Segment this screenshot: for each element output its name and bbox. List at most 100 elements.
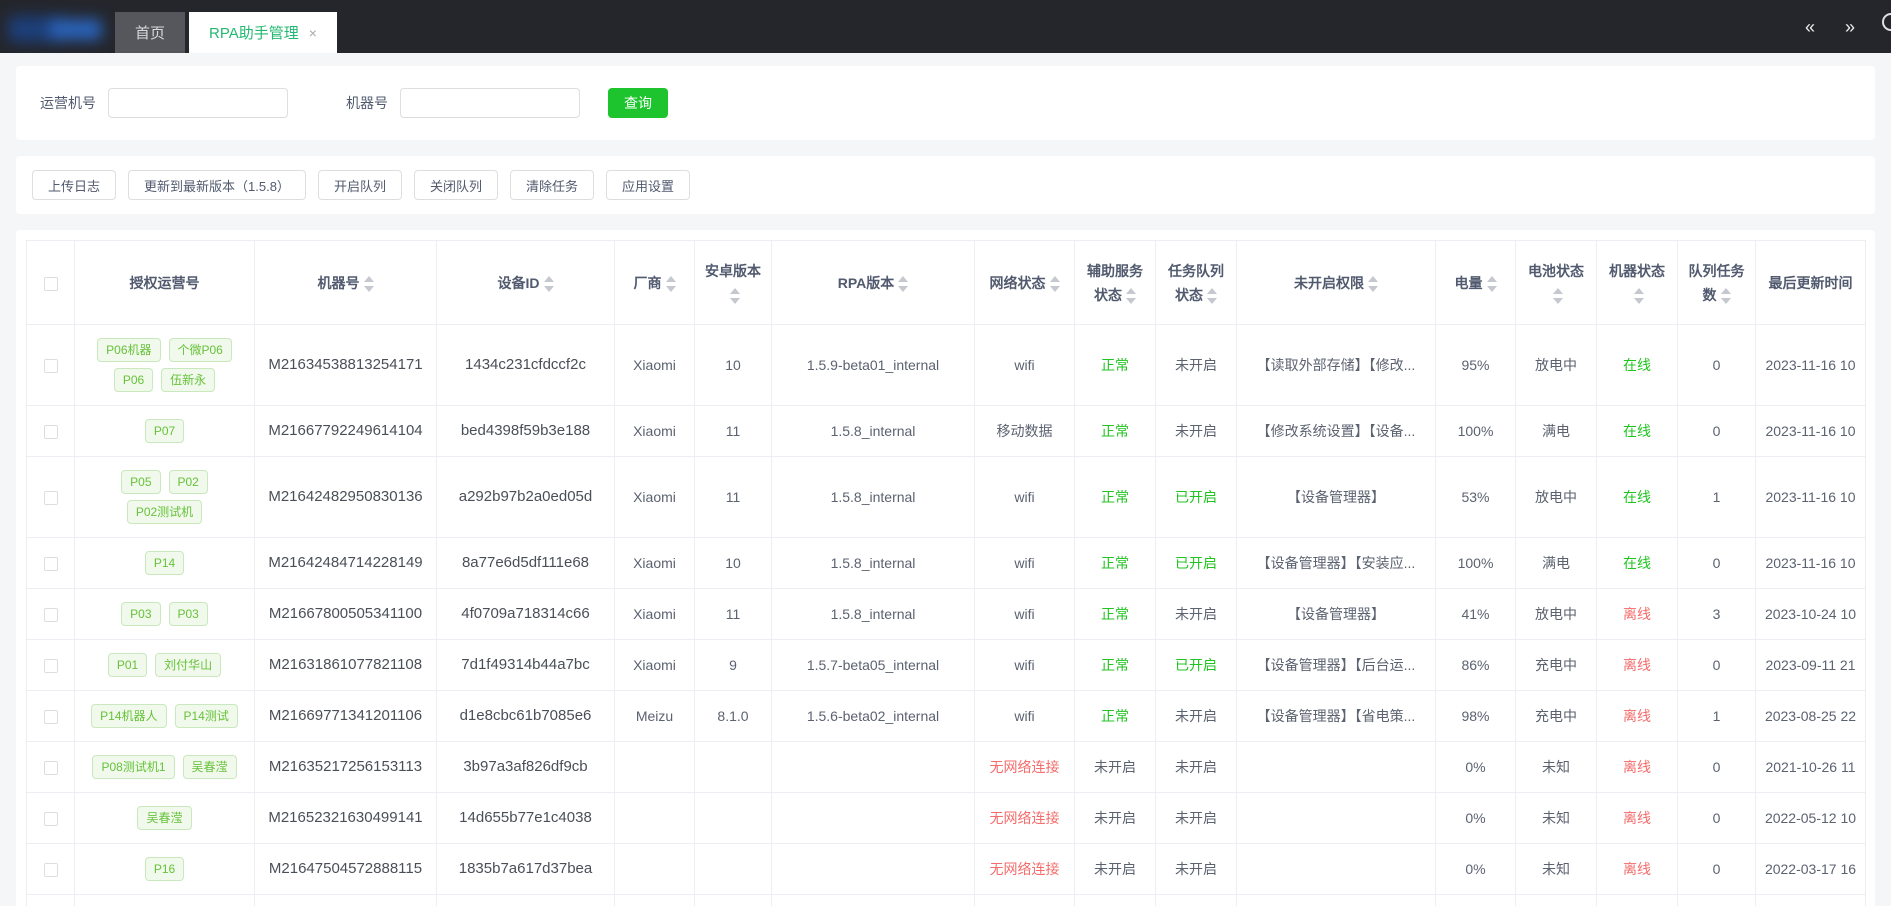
- cell-network: wifi: [974, 588, 1075, 640]
- row-checkbox[interactable]: [43, 557, 58, 572]
- column-header-queue_tasks[interactable]: 队列任务数: [1677, 240, 1756, 325]
- cell-android: 10: [694, 537, 772, 589]
- sort-caret-icon[interactable]: [730, 287, 740, 305]
- operator-tag: P05: [121, 470, 161, 494]
- operator-tag: 吴春滢: [137, 806, 192, 830]
- app-logo: [6, 10, 110, 46]
- column-header-machine[interactable]: 机器号: [254, 240, 437, 325]
- row-checkbox[interactable]: [43, 812, 58, 827]
- cell-battery: 100%: [1435, 405, 1516, 457]
- device-table: 授权运营号 机器号 设备ID 厂商 安卓版本 RPA版本 网络状态 辅助服务状态 任务队列状态未…: [26, 240, 1866, 906]
- column-label: 最后更新时间: [1768, 274, 1853, 291]
- refresh-icon[interactable]: [1882, 13, 1891, 31]
- cell-battery: 0%: [1435, 792, 1516, 844]
- open-tabs: 首页 RPA助手管理 ×: [115, 12, 337, 53]
- column-header-rpa[interactable]: RPA版本: [771, 240, 975, 325]
- column-label: 队列任务数: [1688, 262, 1745, 303]
- cell-machine_state: 在线: [1596, 456, 1678, 538]
- action-button-更新到最新版本（1.5.8）[interactable]: 更新到最新版本（1.5.8）: [128, 170, 306, 200]
- row-checkbox[interactable]: [43, 608, 58, 623]
- column-header-device[interactable]: 设备ID: [436, 240, 615, 325]
- sort-caret-icon[interactable]: [1126, 287, 1136, 305]
- operator-tag: P06: [113, 368, 154, 392]
- column-header-perms[interactable]: 未开启权限: [1236, 240, 1436, 325]
- sort-caret-icon[interactable]: [363, 275, 374, 293]
- row-checkbox[interactable]: [43, 359, 58, 374]
- column-header-network[interactable]: 网络状态: [974, 240, 1075, 325]
- action-button-上传日志[interactable]: 上传日志: [32, 170, 117, 200]
- collapse-tabs-left-icon[interactable]: «: [1805, 18, 1815, 36]
- cell-queue: 未开启: [1155, 792, 1237, 844]
- batch-actions-bar: 上传日志 更新到最新版本（1.5.8） 开启队列 关闭队列 清除任务 应用设置: [16, 156, 1875, 214]
- cell-tags: P08测试机1 吴春滢: [74, 741, 255, 793]
- cell-battery: 100%: [1435, 537, 1516, 589]
- column-label: 机器号: [317, 274, 360, 291]
- cell-perms: [1236, 741, 1436, 793]
- cell-rpa: 1.5.9-beta01_internal: [771, 324, 975, 406]
- close-tab-icon[interactable]: ×: [309, 26, 317, 40]
- operator-tags: P06机器 个微P06 P06 伍新永: [83, 338, 246, 392]
- cell-assist: 未开启: [1074, 843, 1156, 895]
- action-button-应用设置[interactable]: 应用设置: [605, 170, 690, 200]
- row-checkbox[interactable]: [43, 761, 58, 776]
- select-all-checkbox[interactable]: [43, 276, 58, 291]
- row-checkbox[interactable]: [43, 659, 58, 674]
- column-header-assist[interactable]: 辅助服务状态: [1074, 240, 1156, 325]
- column-header-battery_state[interactable]: 电池状态: [1515, 240, 1597, 325]
- tab-RPA助手管理[interactable]: RPA助手管理 ×: [189, 12, 337, 53]
- cell-queue_tasks: 0: [1677, 792, 1756, 844]
- sort-caret-icon[interactable]: [1720, 287, 1731, 305]
- action-button-关闭队列[interactable]: 关闭队列: [413, 170, 498, 200]
- column-header-machine_state[interactable]: 机器状态: [1596, 240, 1678, 325]
- operator-tag: P07: [144, 419, 185, 443]
- cell-android: [694, 792, 772, 844]
- cell-battery_state: 未知: [1515, 894, 1597, 906]
- row-checkbox[interactable]: [43, 863, 58, 878]
- column-header-vendor[interactable]: 厂商: [614, 240, 695, 325]
- row-checkbox[interactable]: [43, 491, 58, 506]
- page-content: 运营机号 机器号 查询 上传日志 更新到最新版本（1.5.8） 开启队列 关闭队列 清除任…: [0, 53, 1891, 906]
- collapse-tabs-right-icon[interactable]: »: [1845, 18, 1855, 36]
- query-button[interactable]: 查询: [608, 88, 668, 118]
- table-row: P03 P03 M21667800505341100 4f0709a718314c66…: [26, 588, 1866, 640]
- action-button-开启队列[interactable]: 开启队列: [317, 170, 402, 200]
- column-header-android[interactable]: 安卓版本: [694, 240, 772, 325]
- sort-caret-icon[interactable]: [665, 275, 676, 293]
- cell-rpa: 1.5.7-beta05_internal: [771, 639, 975, 691]
- column-header-queue[interactable]: 任务队列状态: [1155, 240, 1237, 325]
- cell-device: f58bebfd0228afa9: [436, 894, 615, 906]
- row-checkbox[interactable]: [43, 710, 58, 725]
- cell-assist: 正常: [1074, 588, 1156, 640]
- tab-label: RPA助手管理: [209, 25, 299, 42]
- cell-network: wifi: [974, 639, 1075, 691]
- sort-caret-icon[interactable]: [1634, 287, 1644, 305]
- column-label: 未开启权限: [1294, 274, 1364, 291]
- sort-caret-icon[interactable]: [1207, 287, 1217, 305]
- operator-no-input[interactable]: [108, 88, 288, 118]
- cell-vendor: [614, 894, 695, 906]
- cell-device: a292b97b2a0ed05d: [436, 456, 615, 538]
- top-tab-bar: 首页 RPA助手管理 × « »: [0, 0, 1891, 53]
- cell-queue: 未开启: [1155, 741, 1237, 793]
- cell-android: 9: [694, 639, 772, 691]
- cell-queue_tasks: 0: [1677, 639, 1756, 691]
- sort-caret-icon[interactable]: [898, 275, 909, 293]
- sort-caret-icon[interactable]: [1553, 287, 1563, 305]
- column-header-updated: 最后更新时间: [1755, 240, 1866, 325]
- column-header-battery[interactable]: 电量: [1435, 240, 1516, 325]
- cell-device: 7d1f49314b44a7bc: [436, 639, 615, 691]
- table-header-row: 授权运营号 机器号 设备ID 厂商 安卓版本 RPA版本 网络状态 辅助服务状态 任务队列状态 未…: [26, 240, 1866, 325]
- action-button-清除任务[interactable]: 清除任务: [509, 170, 594, 200]
- sort-caret-icon[interactable]: [543, 275, 554, 293]
- column-label: 授权运营号: [129, 274, 200, 291]
- tab-首页[interactable]: 首页: [115, 12, 186, 53]
- sort-caret-icon[interactable]: [1368, 275, 1378, 293]
- sort-caret-icon[interactable]: [1049, 275, 1060, 293]
- row-checkbox[interactable]: [43, 425, 58, 440]
- machine-no-input[interactable]: [400, 88, 580, 118]
- cell-vendor: Xiaomi: [614, 537, 695, 589]
- cell-updated: 2021-10-26 11: [1755, 741, 1866, 793]
- cell-vendor: Xiaomi: [614, 324, 695, 406]
- cell-updated: 2023-10-24 10: [1755, 588, 1866, 640]
- sort-caret-icon[interactable]: [1486, 275, 1497, 293]
